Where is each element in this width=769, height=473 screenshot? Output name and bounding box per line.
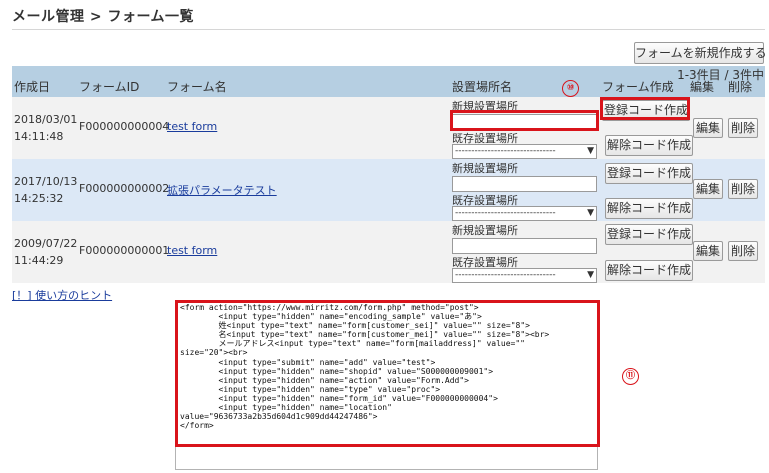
created-date: 2009/07/22 11:44:29 — [14, 235, 80, 269]
new-location-label: 新規設置場所 — [452, 224, 518, 237]
dropdown-arrow-icon: ▼ — [587, 146, 594, 156]
new-location-label: 新規設置場所 — [452, 162, 518, 175]
code-snippet: <form action="https://www.mirritz.com/fo… — [180, 303, 550, 431]
date-text: 2017/10/13 — [14, 175, 78, 188]
time-text: 11:44:29 — [14, 254, 64, 267]
created-date: 2017/10/13 14:25:32 — [14, 173, 80, 207]
generated-code-textarea[interactable]: <form action="https://www.mirritz.com/fo… — [175, 300, 598, 470]
existing-location-select[interactable]: ------------------------------- ▼ — [452, 268, 597, 283]
register-code-button[interactable]: 登録コード作成 — [605, 163, 693, 184]
form-id: F000000000001 — [79, 244, 170, 257]
new-location-input[interactable] — [452, 238, 597, 254]
dropdown-arrow-icon: ▼ — [587, 208, 594, 218]
created-date: 2018/03/01 14:11:48 — [14, 111, 80, 145]
new-location-input[interactable] — [452, 114, 597, 130]
edit-button[interactable]: 編集 — [693, 241, 723, 261]
existing-location-select[interactable]: ------------------------------- ▼ — [452, 144, 597, 159]
delete-button[interactable]: 削除 — [728, 241, 758, 261]
register-code-button[interactable]: 登録コード作成 — [602, 100, 690, 121]
existing-location-select[interactable]: ------------------------------- ▼ — [452, 206, 597, 221]
select-value: ------------------------------- — [455, 146, 556, 156]
select-value: ------------------------------- — [455, 208, 556, 218]
cancel-code-button[interactable]: 解除コード作成 — [605, 260, 693, 281]
date-text: 2009/07/22 — [14, 237, 78, 250]
form-id: F000000000002 — [79, 182, 170, 195]
new-location-input[interactable] — [452, 176, 597, 192]
usage-hint-link[interactable]: [！] 使い方のヒント — [12, 287, 112, 303]
time-text: 14:25:32 — [14, 192, 64, 205]
table-row: 2009/07/22 11:44:29 F000000000001 test f… — [12, 221, 765, 283]
cancel-code-button[interactable]: 解除コード作成 — [605, 198, 693, 219]
form-name-link[interactable]: test form — [167, 120, 217, 133]
result-count: 1-3件目 / 3件中 — [677, 68, 764, 82]
dropdown-arrow-icon: ▼ — [587, 270, 594, 280]
edit-button[interactable]: 編集 — [693, 179, 723, 199]
form-id: F000000000004 — [79, 120, 170, 133]
table-row: 2017/10/13 14:25:32 F000000000002 拡張パラメー… — [12, 159, 765, 221]
cancel-code-button[interactable]: 解除コード作成 — [605, 135, 693, 156]
header-form-name: フォーム名 — [167, 80, 227, 94]
date-text: 2018/03/01 — [14, 113, 78, 126]
new-form-button[interactable]: フォームを新規作成する — [634, 42, 767, 64]
form-name-link[interactable]: test form — [167, 244, 217, 257]
table-header: 作成日 フォームID フォーム名 設置場所名 フォーム作成 編集 削除 — [12, 66, 765, 97]
select-value: ------------------------------- — [455, 270, 556, 280]
table-row: 2018/03/01 14:11:48 F000000000004 test f… — [12, 97, 765, 159]
delete-button[interactable]: 削除 — [728, 118, 758, 138]
title-divider — [12, 29, 765, 30]
delete-button[interactable]: 削除 — [728, 179, 758, 199]
header-form-create: フォーム作成 — [602, 80, 674, 94]
time-text: 14:11:48 — [14, 130, 64, 143]
callout-11-badge: ⑪ — [622, 368, 639, 385]
callout-10-badge: ⑩ — [562, 80, 579, 97]
register-code-button[interactable]: 登録コード作成 — [605, 224, 693, 245]
edit-button[interactable]: 編集 — [693, 118, 723, 138]
form-name-link[interactable]: 拡張パラメータテスト — [167, 182, 277, 198]
header-created: 作成日 — [14, 80, 51, 94]
new-location-label: 新規設置場所 — [452, 100, 518, 113]
header-location: 設置場所名 — [452, 80, 513, 94]
header-form-id: フォームID — [79, 80, 140, 94]
page-title: メール管理 > フォーム一覧 — [12, 9, 195, 25]
